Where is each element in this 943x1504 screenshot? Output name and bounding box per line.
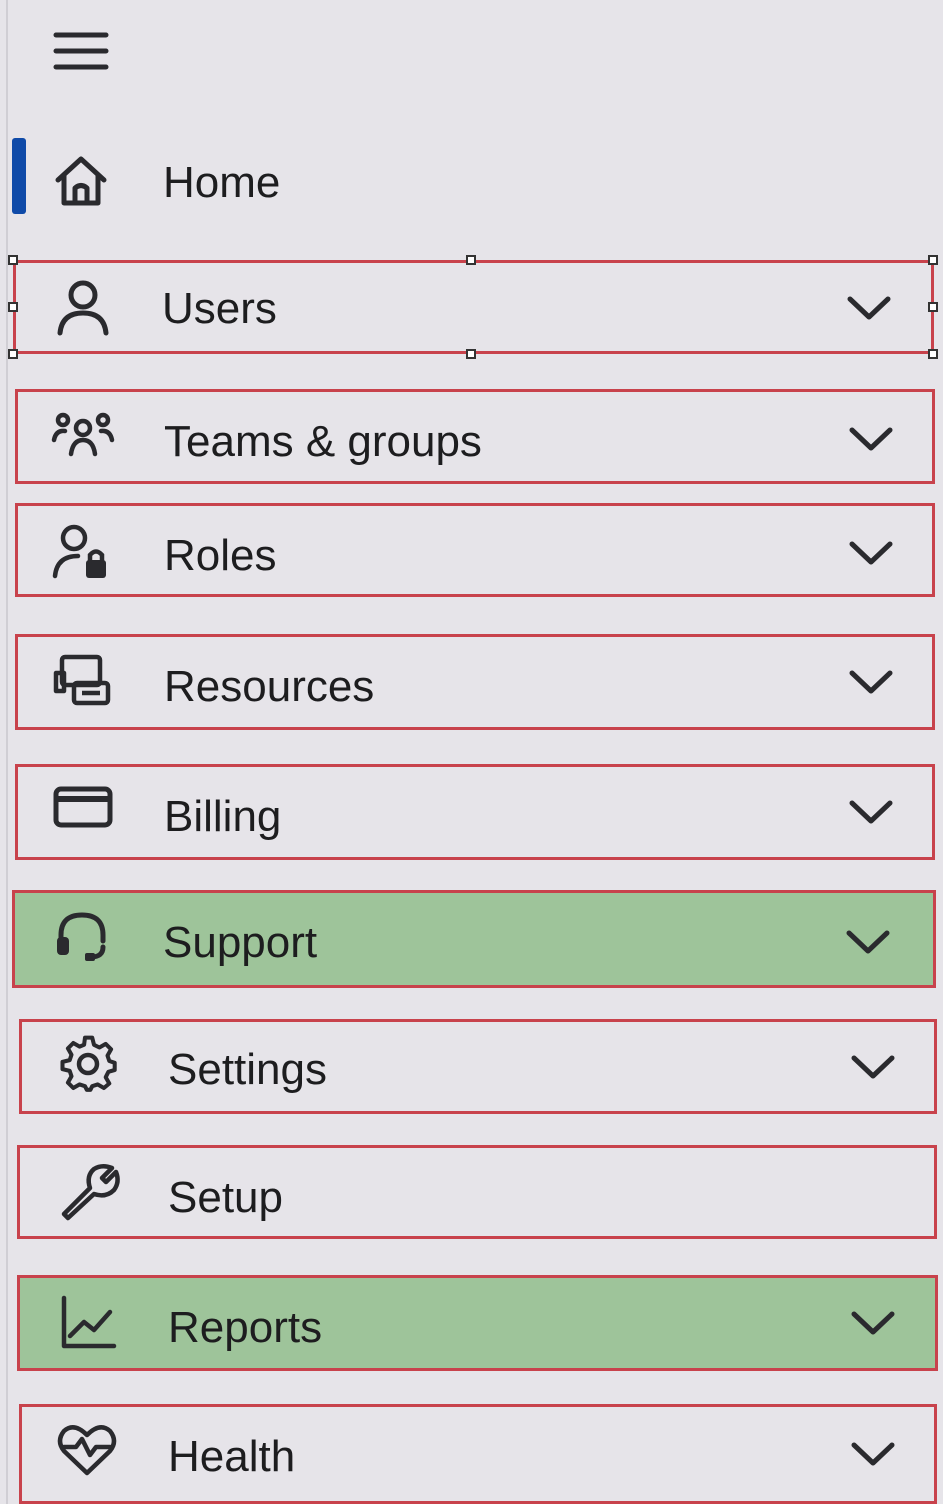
- nav-item-billing[interactable]: Billing: [15, 764, 935, 860]
- nav-item-label: Users: [162, 284, 277, 333]
- nav-item-label: Health: [168, 1432, 296, 1481]
- navigation-pane: Home Users Teams & groups Roles Resource…: [0, 0, 943, 1504]
- line-chart-icon: [52, 1288, 122, 1358]
- resize-handle[interactable]: [8, 302, 18, 312]
- nav-item-setup[interactable]: Setup: [17, 1145, 937, 1239]
- chevron-down-icon[interactable]: [845, 927, 891, 957]
- nav-item-health[interactable]: Health: [19, 1404, 937, 1504]
- resize-handle[interactable]: [928, 302, 938, 312]
- chevron-down-icon[interactable]: [850, 1439, 896, 1469]
- person-icon: [48, 273, 118, 343]
- nav-item-label: Roles: [164, 531, 277, 580]
- nav-item-home[interactable]: Home: [8, 130, 938, 230]
- headset-icon: [47, 903, 117, 973]
- wrench-icon: [54, 1158, 124, 1228]
- resize-handle[interactable]: [8, 349, 18, 359]
- heart-pulse-icon: [52, 1415, 122, 1485]
- people-group-icon: [48, 400, 118, 470]
- nav-item-label: Billing: [164, 792, 282, 841]
- resize-handle[interactable]: [466, 255, 476, 265]
- nav-item-roles[interactable]: Roles: [15, 503, 935, 597]
- resize-handle[interactable]: [466, 349, 476, 359]
- active-indicator: [12, 138, 26, 214]
- nav-item-support[interactable]: Support: [12, 890, 936, 988]
- person-lock-icon: [48, 518, 118, 588]
- nav-item-label: Setup: [168, 1173, 283, 1222]
- nav-item-resources[interactable]: Resources: [15, 634, 935, 730]
- nav-item-teams-groups[interactable]: Teams & groups: [15, 389, 935, 484]
- nav-item-label: Resources: [164, 662, 375, 711]
- resize-handle[interactable]: [928, 255, 938, 265]
- chevron-down-icon[interactable]: [848, 538, 894, 568]
- nav-item-label: Reports: [168, 1303, 323, 1352]
- chevron-down-icon[interactable]: [848, 424, 894, 454]
- chevron-down-icon[interactable]: [850, 1308, 896, 1338]
- nav-item-reports[interactable]: Reports: [17, 1275, 938, 1371]
- gear-icon: [54, 1030, 124, 1100]
- hamburger-menu-icon[interactable]: [44, 22, 118, 80]
- nav-item-label: Support: [163, 918, 318, 967]
- resize-handle[interactable]: [8, 255, 18, 265]
- nav-item-settings[interactable]: Settings: [19, 1019, 937, 1114]
- credit-card-icon: [48, 773, 118, 843]
- chevron-down-icon[interactable]: [850, 1052, 896, 1082]
- nav-item-label: Teams & groups: [164, 417, 482, 466]
- nav-item-label: Home: [163, 158, 281, 207]
- chevron-down-icon[interactable]: [848, 667, 894, 697]
- home-icon: [46, 146, 116, 216]
- chevron-down-icon[interactable]: [848, 797, 894, 827]
- chevron-down-icon[interactable]: [846, 293, 892, 323]
- nav-item-users[interactable]: Users: [13, 260, 934, 354]
- nav-item-label: Settings: [168, 1045, 327, 1094]
- resources-icon: [48, 647, 118, 717]
- resize-handle[interactable]: [928, 349, 938, 359]
